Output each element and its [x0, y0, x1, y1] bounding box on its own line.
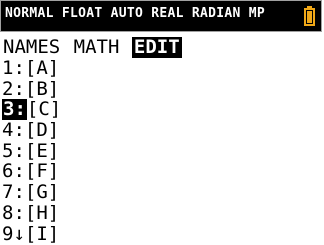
item-label: [E] — [24, 139, 60, 162]
list-item[interactable]: 7:[G] — [2, 182, 61, 203]
list-item[interactable]: 2:[B] — [2, 77, 61, 100]
item-number: 6: — [2, 160, 25, 183]
item-number: 4: — [2, 119, 25, 142]
item-label: [C] — [26, 98, 62, 121]
calculator-screen: NORMAL FLOAT AUTO REAL RADIAN MP NAMES M… — [0, 0, 324, 244]
list-item[interactable]: 6:[F] — [2, 161, 61, 182]
matrix-menu-tabs: NAMES MATH EDIT — [2, 37, 182, 58]
item-number-more: 9↓ — [2, 222, 25, 245]
item-label: [B] — [24, 77, 60, 100]
item-number: 1: — [2, 57, 25, 79]
item-number: 5: — [2, 139, 25, 162]
status-bar: NORMAL FLOAT AUTO REAL RADIAN MP — [0, 0, 322, 32]
item-number: 2: — [2, 77, 25, 100]
tab-math[interactable]: MATH — [73, 37, 121, 58]
matrix-list: 1:[A] 2:[B] 3:[C] 4:[D] 5:[E] 6:[F] 7:[G… — [2, 58, 61, 244]
item-label: [A] — [24, 57, 60, 79]
tab-names[interactable]: NAMES — [2, 37, 61, 58]
item-label: [I] — [24, 222, 60, 245]
list-item-selected[interactable]: 3:[C] — [2, 98, 62, 121]
item-number: 7: — [2, 181, 25, 204]
list-item[interactable]: 8:[H] — [2, 201, 61, 224]
list-item[interactable]: 1:[A] — [2, 58, 61, 79]
list-item[interactable]: 9↓[I] — [2, 222, 61, 245]
item-label: [D] — [24, 119, 60, 142]
battery-icon — [304, 6, 315, 26]
item-number: 8: — [2, 201, 25, 224]
list-item[interactable]: 4:[D] — [2, 120, 61, 141]
item-label: [F] — [24, 160, 60, 183]
item-label: [H] — [24, 201, 60, 224]
item-label: [G] — [24, 181, 60, 204]
mode-status-text: NORMAL FLOAT AUTO REAL RADIAN MP — [5, 6, 266, 21]
list-item[interactable]: 5:[E] — [2, 139, 61, 162]
item-number-highlighted: 3: — [2, 98, 27, 121]
tab-edit[interactable]: EDIT — [131, 37, 182, 58]
